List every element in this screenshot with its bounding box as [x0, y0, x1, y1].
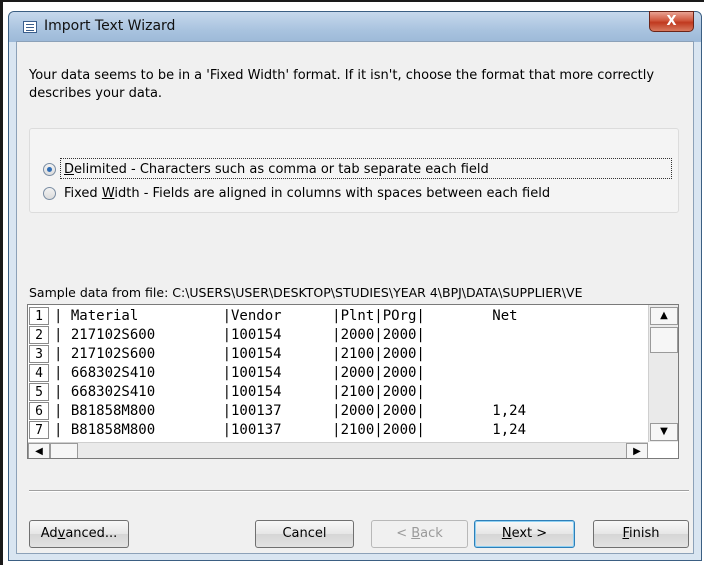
scroll-down-icon[interactable]: ▼	[650, 423, 678, 441]
row-text: | 217102S600 |100154 |2100|2000|	[54, 346, 527, 362]
sample-data-label: Sample data from file: C:\USERS\USER\DES…	[29, 285, 583, 300]
row-text: | 668302S410 |100154 |2100|2000|	[54, 384, 527, 400]
row-text: | 668302S410 |100154 |2000|2000|	[54, 365, 527, 381]
table-row: 3 | 217102S600 |100154 |2100|2000|	[28, 345, 648, 364]
wizard-client-area: Your data seems to be in a 'Fixed Width'…	[16, 41, 694, 554]
vertical-scroll-thumb[interactable]	[650, 327, 678, 353]
intro-text: Your data seems to be in a 'Fixed Width'…	[29, 68, 655, 101]
row-number: 3	[29, 345, 49, 363]
window-title: Import Text Wizard	[44, 18, 176, 34]
row-number: 7	[29, 421, 49, 439]
table-row: 5 | 668302S410 |100154 |2100|2000|	[28, 383, 648, 402]
row-number: 4	[29, 364, 49, 382]
scroll-right-icon[interactable]: ▶	[626, 443, 648, 458]
scroll-left-icon[interactable]: ◀	[28, 443, 50, 458]
horizontal-scroll-thumb[interactable]	[50, 443, 78, 458]
horizontal-scrollbar[interactable]: ◀ ▶	[28, 442, 648, 458]
fixed-width-radio[interactable]	[43, 186, 56, 200]
button-separator	[29, 490, 689, 492]
row-number: 5	[29, 383, 49, 401]
row-text: | B81858M800 |100137 |2000|2000| 1,24	[54, 403, 527, 419]
advanced-button[interactable]: Advanced...	[29, 520, 129, 548]
table-row: 7 | B81858M800 |100137 |2100|2000| 1,24	[28, 421, 648, 440]
cancel-button[interactable]: Cancel	[255, 520, 354, 548]
table-row: 6 | B81858M800 |100137 |2000|2000| 1,24	[28, 402, 648, 421]
fixed-width-label: Fixed Width - Fields are aligned in colu…	[64, 185, 551, 201]
scroll-up-icon[interactable]: ▲	[650, 307, 678, 325]
row-number: 6	[29, 402, 49, 420]
import-wizard-icon	[23, 21, 37, 33]
fixed-width-option[interactable]: Fixed Width - Fields are aligned in colu…	[43, 184, 550, 202]
table-row: 4 | 668302S410 |100154 |2000|2000|	[28, 364, 648, 383]
table-row: 1 | Material |Vendor |Plnt|POrg| Net	[28, 307, 648, 326]
finish-button[interactable]: Finish	[593, 520, 689, 548]
row-text: | Material |Vendor |Plnt|POrg| Net	[54, 308, 527, 324]
title-bar[interactable]: Import Text Wizard X	[9, 11, 701, 42]
import-text-wizard-window: Import Text Wizard X Your data seems to …	[8, 11, 702, 561]
back-button[interactable]: < Back	[371, 520, 468, 548]
row-number: 2	[29, 326, 49, 344]
row-text: | B81858M800 |100137 |2100|2000| 1,24	[54, 422, 527, 438]
sample-data-grid[interactable]: 7 | B81858M800 |100137 |2100|2000| 1,24 6 |…	[27, 304, 679, 459]
table-row: 2 | 217102S600 |100154 |2000|2000|	[28, 326, 648, 345]
close-button[interactable]: X	[649, 11, 694, 32]
focus-rectangle	[60, 158, 672, 179]
row-text: | 217102S600 |100154 |2000|2000|	[54, 327, 527, 343]
vertical-scrollbar[interactable]: ▲ ▼	[648, 305, 678, 442]
next-button[interactable]: Next >	[474, 520, 575, 548]
delimited-radio[interactable]	[43, 162, 56, 176]
row-number: 1	[29, 307, 49, 325]
